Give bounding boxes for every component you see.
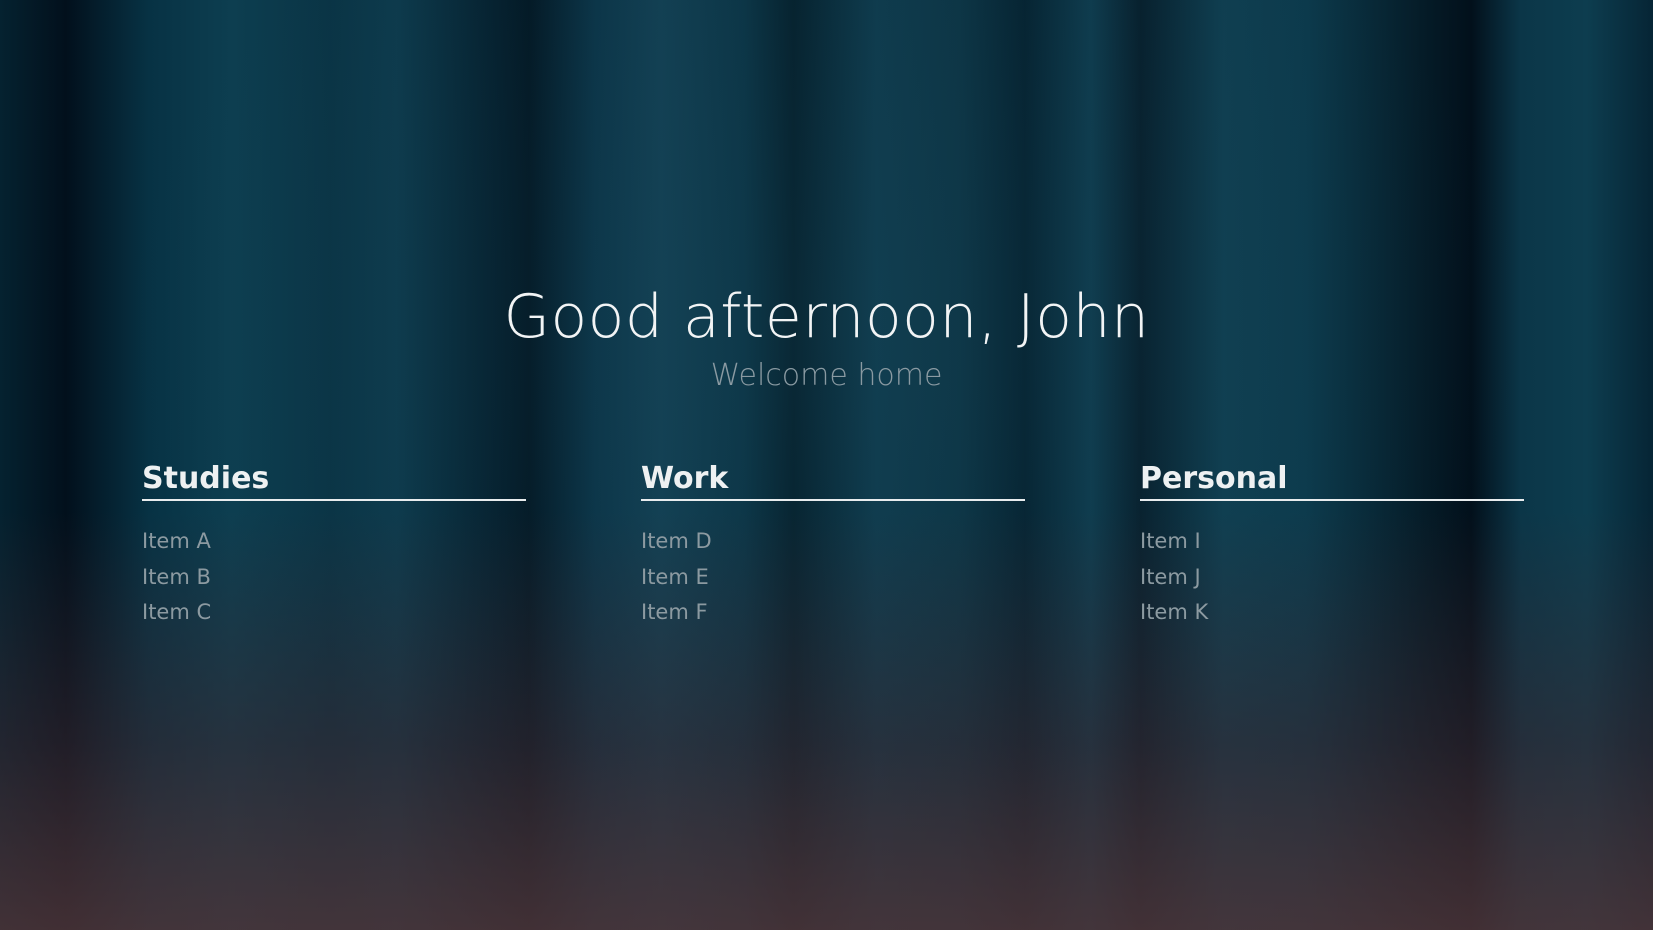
column-studies: Studies Item A Item B Item C [142,460,526,631]
list-item-item-k[interactable]: Item K [1140,595,1524,631]
list-item-item-f[interactable]: Item F [641,595,1025,631]
studies-list: Item A Item B Item C [142,524,526,631]
column-work: Work Item D Item E Item F [641,460,1025,631]
link-columns: Studies Item A Item B Item C Work Item D… [142,460,1524,631]
list-item-item-c[interactable]: Item C [142,595,526,631]
column-personal: Personal Item I Item J Item K [1140,460,1524,631]
work-list: Item D Item E Item F [641,524,1025,631]
column-title-work: Work [641,460,1025,501]
list-item-item-b[interactable]: Item B [142,560,526,596]
greeting-heading: Good afternoon, John [503,282,1150,352]
list-item-item-i[interactable]: Item I [1140,524,1524,560]
column-title-studies: Studies [142,460,526,501]
list-item-item-e[interactable]: Item E [641,560,1025,596]
welcome-subtitle: Welcome home [710,358,943,393]
personal-list: Item I Item J Item K [1140,524,1524,631]
list-item-item-d[interactable]: Item D [641,524,1025,560]
list-item-item-a[interactable]: Item A [142,524,526,560]
column-title-personal: Personal [1140,460,1524,501]
start-page: Good afternoon, John Welcome home Studie… [0,0,1653,930]
list-item-item-j[interactable]: Item J [1140,560,1524,596]
